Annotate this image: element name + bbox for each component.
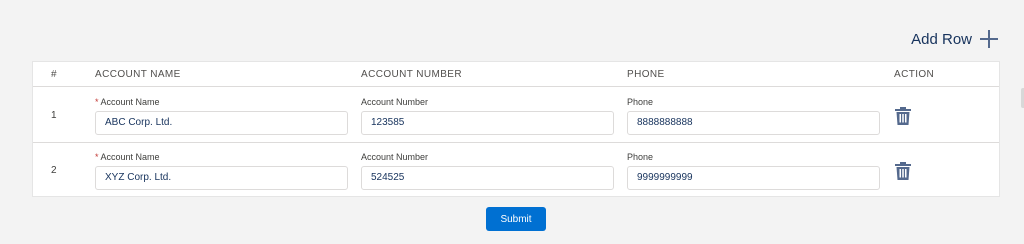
account-number-label: Account Number: [361, 97, 429, 107]
account-number-input[interactable]: 123585: [361, 111, 614, 135]
phone-field: Phone 8888888888: [627, 97, 880, 135]
table-header: # ACCOUNT NAME ACCOUNT NUMBER PHONE ACTI…: [33, 62, 999, 87]
phone-input[interactable]: 8888888888: [627, 111, 880, 135]
add-row-label: Add Row: [911, 30, 972, 48]
trash-icon[interactable]: [895, 162, 911, 180]
add-row-button[interactable]: Add Row: [911, 30, 998, 48]
phone-input[interactable]: 9999999999: [627, 166, 880, 190]
accounts-table: # ACCOUNT NAME ACCOUNT NUMBER PHONE ACTI…: [32, 61, 1000, 197]
account-name-field: * Account Name XYZ Corp. Ltd.: [95, 152, 348, 190]
account-name-field: * Account Name ABC Corp. Ltd.: [95, 97, 348, 135]
account-name-input[interactable]: XYZ Corp. Ltd.: [95, 166, 348, 190]
header-account-name: ACCOUNT NAME: [95, 69, 181, 80]
account-number-field: Account Number 123585: [361, 97, 614, 135]
account-number-field: Account Number 524525: [361, 152, 614, 190]
table-row: 1 * Account Name ABC Corp. Ltd. Account N…: [33, 87, 999, 143]
plus-icon: [980, 30, 998, 48]
account-name-label: * Account Name: [95, 97, 160, 107]
phone-label: Phone: [627, 152, 654, 162]
phone-label: Phone: [627, 97, 654, 107]
account-number-input[interactable]: 524525: [361, 166, 614, 190]
required-marker: *: [95, 152, 99, 162]
header-index: #: [51, 69, 57, 80]
account-name-input[interactable]: ABC Corp. Ltd.: [95, 111, 348, 135]
account-number-label: Account Number: [361, 152, 429, 162]
table-row: 2 * Account Name XYZ Corp. Ltd. Account N…: [33, 142, 999, 198]
trash-icon[interactable]: [895, 107, 911, 125]
phone-field: Phone 9999999999: [627, 152, 880, 190]
required-marker: *: [95, 97, 99, 107]
header-account-number: ACCOUNT NUMBER: [361, 69, 462, 80]
account-name-label: * Account Name: [95, 152, 160, 162]
submit-button[interactable]: Submit: [486, 207, 546, 231]
header-phone: PHONE: [627, 69, 665, 80]
row-index: 1: [51, 110, 57, 121]
row-index: 2: [51, 165, 57, 176]
header-action: ACTION: [894, 69, 935, 80]
